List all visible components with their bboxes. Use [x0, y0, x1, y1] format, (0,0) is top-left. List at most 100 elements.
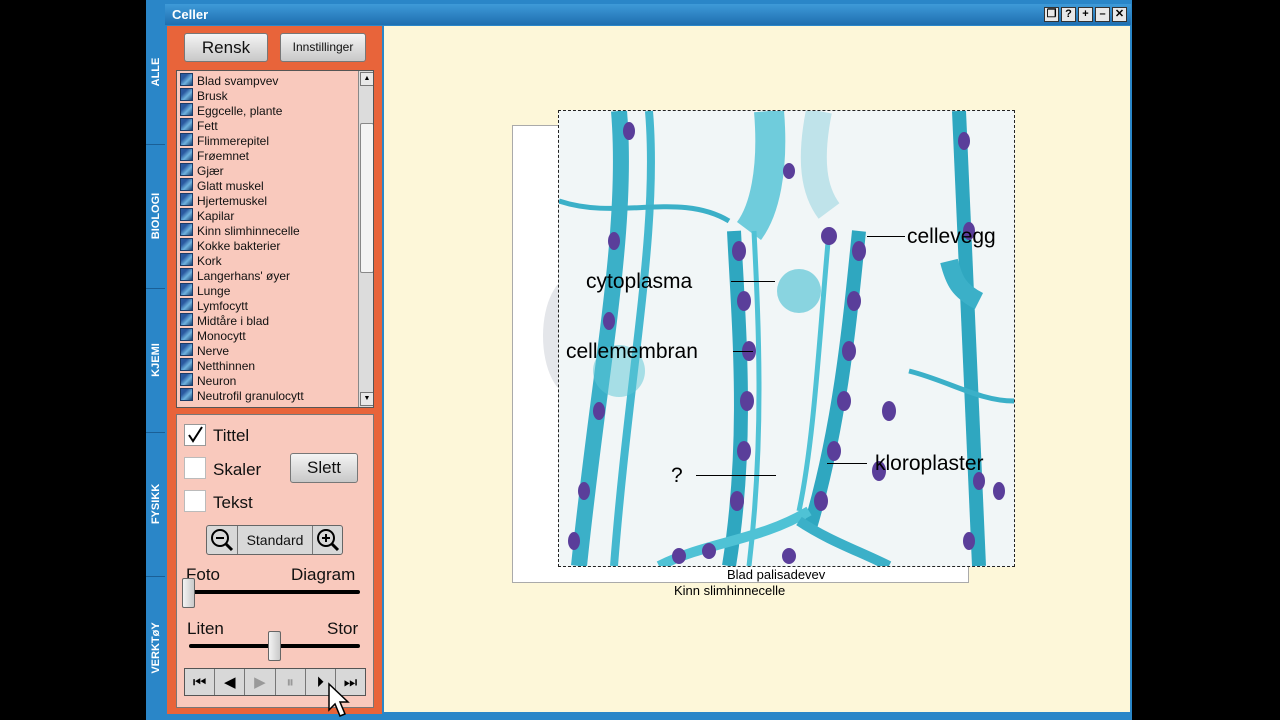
scroll-thumb[interactable]: [360, 123, 373, 273]
list-item[interactable]: Midtåre i blad: [180, 313, 269, 328]
maximize-icon[interactable]: +: [1078, 7, 1093, 22]
image-icon: [180, 73, 193, 86]
list-item[interactable]: Hjertemuskel: [180, 193, 267, 208]
list-item-label: Brusk: [197, 89, 228, 103]
list-item-label: Hjertemuskel: [197, 194, 268, 208]
size-slider-handle[interactable]: [267, 631, 281, 661]
image-icon: [180, 283, 193, 296]
image-icon: [180, 313, 193, 326]
pointer-cell-wall: [867, 236, 905, 237]
list-item-label: Frøemnet: [197, 149, 250, 163]
list-item[interactable]: Lunge: [180, 283, 230, 298]
list-item-label: Neutrofil granulocytt: [197, 389, 304, 403]
delete-button[interactable]: Slett: [290, 453, 358, 483]
list-item-label: Kokke bakterier: [197, 239, 281, 253]
label-cell-wall: cellevegg: [907, 225, 996, 248]
image-icon: [180, 193, 193, 206]
list-item-label: Eggcelle, plante: [197, 104, 283, 118]
label-chloroplasts: kloroplaster: [875, 452, 984, 475]
list-item-label: Neuron: [197, 374, 237, 388]
pointer-chloroplasts: [827, 463, 867, 464]
list-item[interactable]: Blad svampvev: [180, 73, 278, 88]
restore-icon[interactable]: ❐: [1044, 7, 1059, 22]
list-item[interactable]: Brusk: [180, 88, 228, 103]
image-icon: [180, 88, 193, 101]
image-icon: [180, 358, 193, 371]
previous-button[interactable]: ◀: [215, 669, 246, 695]
micrograph-image[interactable]: cellevegg cytoplasma cellemembran ? klor…: [558, 110, 1015, 567]
pointer-membrane: [733, 351, 753, 352]
list-item-label: Kapilar: [197, 209, 235, 223]
list-item[interactable]: Netthinnen: [180, 358, 255, 373]
list-item[interactable]: Kapilar: [180, 208, 234, 223]
back-card-caption: Kinn slimhinnecelle: [674, 583, 786, 598]
pause-button[interactable]: ⏸: [276, 669, 306, 695]
help-icon[interactable]: ?: [1061, 7, 1076, 22]
list-item[interactable]: Lymfocytt: [180, 298, 248, 313]
pointer-cytoplasm: [731, 281, 775, 282]
play-button[interactable]: ▶: [245, 669, 276, 695]
list-item[interactable]: Glatt muskel: [180, 178, 264, 193]
image-icon: [180, 253, 193, 266]
front-card-caption: Blad palisadevev: [727, 567, 826, 582]
list-item[interactable]: Kokke bakterier: [180, 238, 280, 253]
tab-kjemi[interactable]: KJEMI: [146, 288, 165, 433]
checkmark-icon: [188, 426, 203, 443]
list-item-label: Kinn slimhinnecelle: [197, 224, 300, 238]
scale-checkbox[interactable]: [184, 457, 206, 479]
zoom-out-icon: [211, 529, 234, 552]
clear-button[interactable]: Rensk: [184, 33, 268, 62]
list-item[interactable]: Langerhans' øyer: [180, 268, 290, 283]
category-tabs: ALLE BIOLOGI KJEMI FYSIKK VERKTøY: [146, 0, 165, 720]
first-button[interactable]: ⏮: [185, 669, 216, 695]
list-item-label: Lymfocytt: [197, 299, 248, 313]
settings-button[interactable]: Innstillinger: [280, 33, 366, 62]
tab-verktoy[interactable]: VERKTøY: [146, 576, 165, 720]
image-icon: [180, 163, 193, 176]
zoom-standard-button[interactable]: Standard: [238, 532, 312, 548]
image-icon: [180, 133, 193, 146]
list-item[interactable]: Neutrofil granulocytt: [180, 388, 304, 403]
cell-list[interactable]: Blad svampvev Brusk Eggcelle, plante Fett Fl…: [176, 70, 374, 408]
list-item[interactable]: Kinn slimhinnecelle: [180, 223, 300, 238]
photo-diagram-slider-handle[interactable]: [182, 578, 195, 608]
photo-diagram-slider[interactable]: [189, 590, 360, 594]
zoom-control: Standard: [206, 525, 343, 555]
list-item-label: Langerhans' øyer: [197, 269, 291, 283]
image-icon: [180, 208, 193, 221]
image-icon: [180, 223, 193, 236]
palisade-cells-micrograph: [559, 111, 1014, 566]
pointer-unknown: [696, 475, 776, 476]
list-scrollbar[interactable]: ▲ ▼: [358, 71, 373, 407]
list-item[interactable]: Nerve: [180, 343, 229, 358]
list-item[interactable]: Gjær: [180, 163, 224, 178]
list-item[interactable]: Neuron: [180, 373, 236, 388]
scroll-up-icon[interactable]: ▲: [360, 72, 373, 86]
minimize-icon[interactable]: –: [1095, 7, 1110, 22]
image-icon: [180, 388, 193, 401]
list-item-label: Glatt muskel: [197, 179, 264, 193]
list-item-label: Nerve: [197, 344, 230, 358]
zoom-in-button[interactable]: [312, 526, 342, 554]
tab-biologi[interactable]: BIOLOGI: [146, 144, 165, 289]
tab-alle[interactable]: ALLE: [146, 0, 165, 145]
list-item-label: Kork: [197, 254, 222, 268]
image-icon: [180, 298, 193, 311]
scroll-down-icon[interactable]: ▼: [360, 392, 373, 406]
slider-diagram-label: Diagram: [291, 565, 356, 584]
slider-small-label: Liten: [187, 619, 224, 638]
image-icon: [180, 103, 193, 116]
list-item[interactable]: Monocytt: [180, 328, 246, 343]
zoom-out-button[interactable]: [207, 526, 238, 554]
list-item[interactable]: Fett: [180, 118, 218, 133]
image-icon: [180, 268, 193, 281]
title-checkbox[interactable]: [184, 424, 206, 446]
list-item[interactable]: Flimmerepitel: [180, 133, 269, 148]
text-checkbox[interactable]: [184, 490, 206, 512]
list-item[interactable]: Kork: [180, 253, 222, 268]
tab-fysikk[interactable]: FYSIKK: [146, 432, 165, 577]
list-item[interactable]: Eggcelle, plante: [180, 103, 282, 118]
close-icon[interactable]: ✕: [1112, 7, 1127, 22]
image-icon: [180, 118, 193, 131]
list-item[interactable]: Frøemnet: [180, 148, 249, 163]
